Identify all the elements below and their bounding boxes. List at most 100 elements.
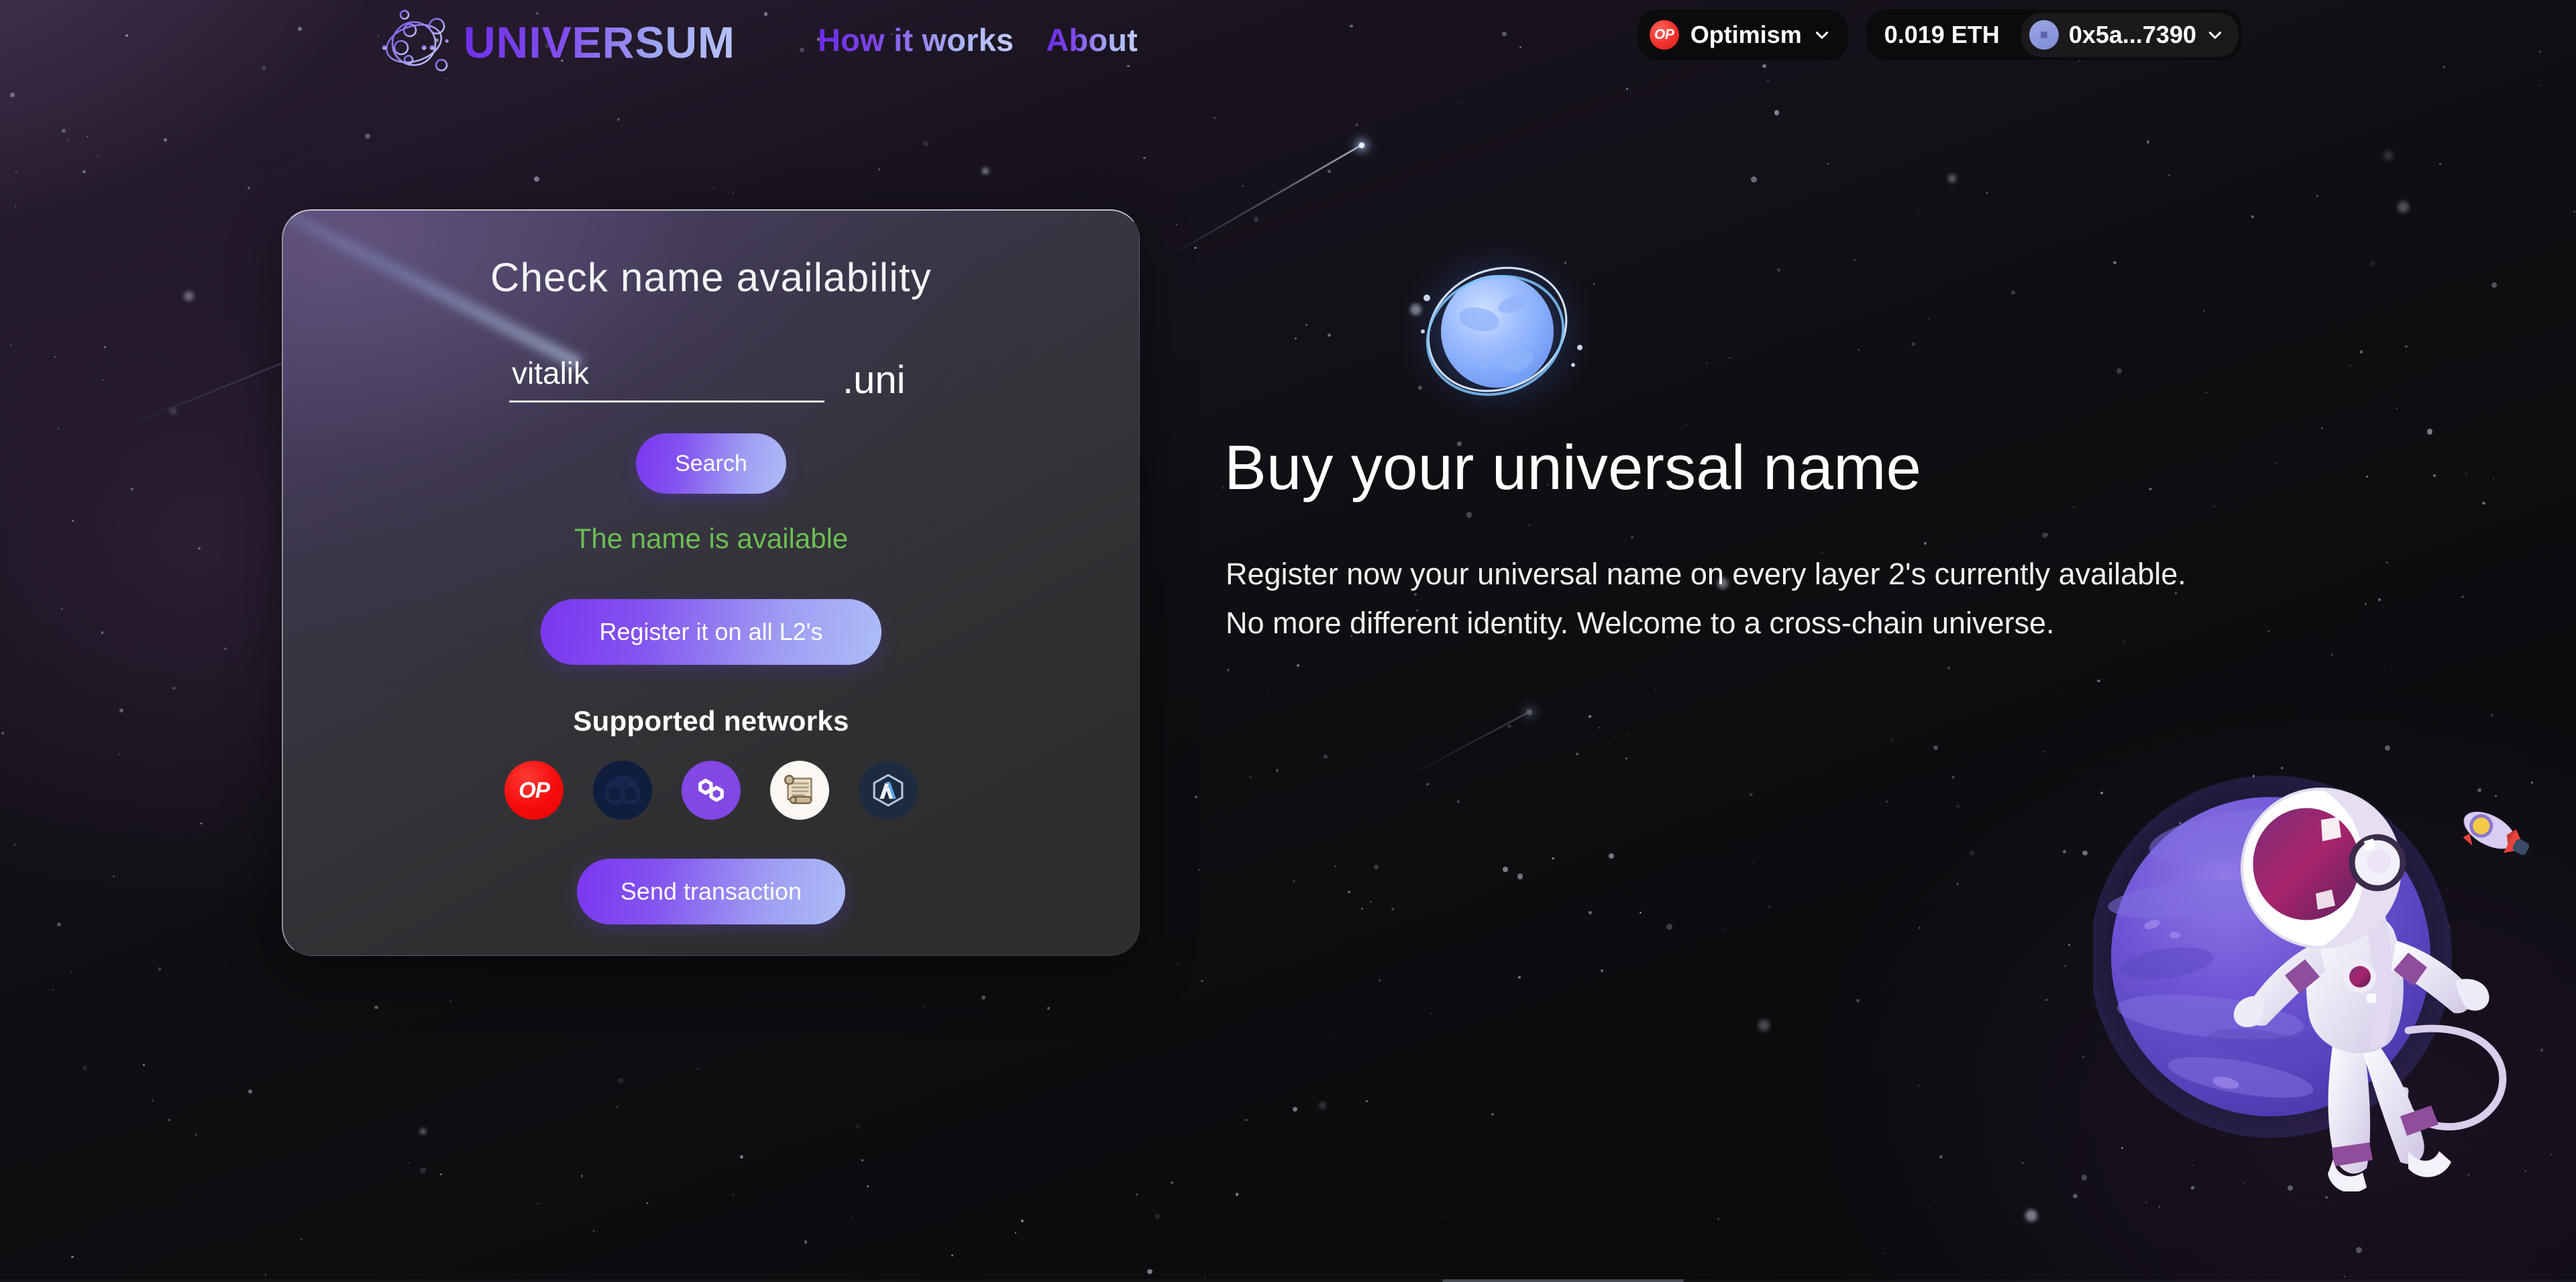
star-decor	[2448, 925, 2450, 927]
arbitrum-icon[interactable]	[859, 761, 918, 820]
scrollbar-thumb[interactable]	[1442, 1279, 1684, 1282]
nav-link-how-it-works[interactable]: How it works	[818, 24, 1014, 56]
eth-balance-label: 0.019 ETH	[1884, 21, 2000, 48]
star-decor	[1227, 669, 1230, 672]
star-decor	[2337, 849, 2339, 851]
name-input[interactable]	[509, 355, 824, 403]
star-decor	[1767, 905, 1771, 909]
star-decor	[2386, 561, 2389, 564]
star-decor	[449, 1000, 451, 1002]
star-decor	[87, 126, 89, 129]
star-decor	[867, 1185, 869, 1187]
star-decor	[2065, 965, 2067, 967]
star-decor	[1348, 891, 1350, 894]
star-decor	[2045, 533, 2048, 535]
star-decor	[2097, 679, 2100, 683]
scroll-icon[interactable]	[770, 761, 829, 820]
star-decor	[1856, 998, 1860, 1002]
star-decor	[2385, 745, 2391, 751]
star-decor	[1935, 1200, 1936, 1202]
star-decor	[223, 647, 227, 651]
star-decor	[1324, 754, 1328, 759]
hero-subtitle: Register now your universal name on ever…	[1226, 550, 2186, 648]
star-decor	[1328, 170, 1332, 173]
star-decor	[1319, 1102, 1326, 1109]
star-decor	[61, 607, 64, 610]
account-chip[interactable]: ■ 0x5a...7390	[2021, 13, 2239, 57]
star-decor	[2073, 1193, 2078, 1199]
star-decor	[62, 129, 66, 133]
star-decor	[2068, 944, 2070, 946]
polygon-icon[interactable]	[682, 761, 741, 820]
star-decor	[1355, 123, 1358, 127]
star-decor	[2043, 750, 2046, 753]
card-title: Check name availability	[490, 255, 932, 300]
chain-selector-button[interactable]: OP Optimism	[1637, 9, 1848, 60]
star-decor	[376, 1247, 378, 1248]
account-address-label: 0x5a...7390	[2068, 21, 2196, 48]
star-decor	[2349, 364, 2352, 368]
star-decor	[1631, 535, 1634, 539]
star-decor	[172, 686, 176, 690]
star-decor	[1626, 733, 1629, 736]
star-decor	[2465, 472, 2467, 475]
star-decor	[1728, 357, 1731, 360]
star-decor	[2573, 211, 2576, 213]
star-decor	[101, 631, 104, 634]
account-button[interactable]: 0.019 ETH ■ 0x5a...7390	[1866, 9, 2242, 60]
star-decor	[1, 732, 5, 735]
star-decor	[70, 971, 72, 973]
star-decor	[87, 136, 89, 138]
star-decor	[82, 1065, 87, 1071]
search-button[interactable]: Search	[636, 433, 786, 494]
star-decor	[1589, 715, 1591, 718]
star-decor	[1021, 1220, 1024, 1222]
star-decor	[2146, 863, 2149, 866]
star-decor	[2396, 407, 2398, 410]
star-decor	[2305, 922, 2307, 924]
star-decor	[593, 1230, 595, 1232]
star-decor	[2398, 201, 2410, 213]
star-decor	[151, 1099, 154, 1102]
star-decor	[2192, 1164, 2194, 1166]
star-decor	[1589, 911, 1592, 914]
star-decor	[740, 1155, 743, 1159]
scrollbar-track[interactable]	[0, 1279, 2576, 1282]
star-decor	[2010, 290, 2015, 295]
name-availability-card: Check name availability .uni Search The …	[282, 209, 1140, 956]
star-decor	[1970, 850, 1976, 856]
star-decor	[2178, 821, 2182, 825]
star-decor	[1625, 757, 1627, 760]
star-decor	[58, 428, 60, 430]
optimism-icon[interactable]: OP	[504, 761, 564, 820]
star-decor	[2281, 767, 2284, 769]
chain-name-label: Optimism	[1690, 21, 1802, 48]
brand[interactable]: UNIVERSUM	[379, 9, 735, 76]
star-decor	[1774, 110, 1780, 116]
star-decor	[580, 1174, 584, 1177]
star-decor	[119, 708, 123, 712]
nav-link-about[interactable]: About	[1046, 24, 1138, 56]
star-decor	[2251, 215, 2255, 219]
star-decor	[2252, 775, 2255, 778]
star-decor	[1927, 318, 1930, 321]
register-all-l2s-button[interactable]: Register it on all L2's	[541, 599, 881, 665]
star-decor	[2551, 1153, 2553, 1156]
star-decor	[1194, 246, 1197, 250]
star-decor	[617, 118, 620, 121]
send-transaction-button[interactable]: Send transaction	[576, 859, 846, 924]
star-decor	[15, 172, 17, 173]
star-decor	[1827, 162, 1829, 165]
star-decor	[851, 1216, 853, 1218]
star-decor	[1203, 1277, 1206, 1279]
star-decor	[2275, 462, 2278, 465]
star-decor	[183, 291, 194, 301]
star-decor	[170, 407, 177, 415]
star-decor	[1379, 979, 1381, 982]
star-decor	[168, 1119, 170, 1121]
app-root: UNIVERSUM How it works About OP Optimism…	[0, 0, 2576, 1282]
gnosis-owl-icon[interactable]	[593, 761, 652, 820]
star-decor	[861, 1159, 864, 1161]
star-decor	[1956, 882, 1960, 886]
brand-name: UNIVERSUM	[464, 17, 736, 67]
